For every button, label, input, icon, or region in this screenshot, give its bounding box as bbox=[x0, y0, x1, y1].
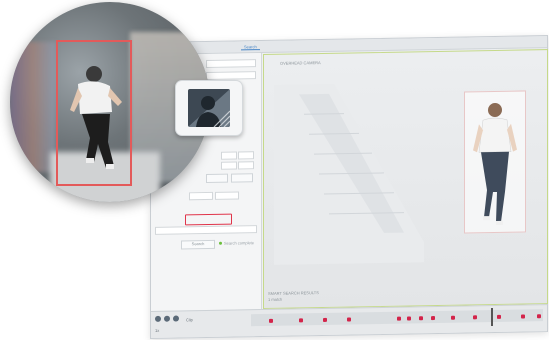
filter-field[interactable] bbox=[155, 225, 257, 235]
search-type-icon-tile[interactable] bbox=[175, 80, 243, 136]
option-button-2[interactable] bbox=[231, 173, 253, 183]
width-field[interactable] bbox=[221, 151, 237, 160]
video-viewport[interactable]: OVERHEAD CAMERA SMART SEARCH RESULTS 1 m… bbox=[263, 49, 548, 310]
event-marker[interactable] bbox=[521, 314, 525, 319]
height-field[interactable] bbox=[238, 151, 254, 160]
tab-search[interactable]: Search bbox=[241, 43, 260, 50]
event-marker[interactable] bbox=[269, 318, 273, 323]
event-marker[interactable] bbox=[431, 316, 435, 321]
camera-label: OVERHEAD CAMERA bbox=[280, 60, 321, 66]
playhead[interactable] bbox=[491, 308, 493, 327]
event-marker[interactable] bbox=[397, 316, 401, 321]
person-silhouette-icon bbox=[188, 89, 230, 127]
event-marker[interactable] bbox=[451, 315, 455, 320]
results-count: 1 match bbox=[268, 296, 283, 302]
speed-label: 1x bbox=[155, 327, 160, 333]
event-marker[interactable] bbox=[497, 314, 501, 319]
event-marker[interactable] bbox=[299, 318, 303, 323]
stairway-scene bbox=[274, 83, 424, 265]
time-range-field[interactable] bbox=[206, 71, 256, 81]
camera-selector[interactable] bbox=[206, 59, 256, 69]
status-dot bbox=[219, 241, 222, 245]
min-size-field[interactable] bbox=[221, 161, 237, 170]
event-marker[interactable] bbox=[473, 315, 477, 320]
event-marker[interactable] bbox=[323, 317, 327, 322]
person-figure bbox=[473, 102, 517, 225]
results-label: SMART SEARCH RESULTS bbox=[268, 290, 319, 296]
pause-button-icon[interactable] bbox=[164, 315, 170, 322]
person-selection-box[interactable] bbox=[56, 40, 132, 186]
highlighted-option[interactable] bbox=[185, 213, 232, 226]
timeline: Clip 1x bbox=[151, 304, 547, 338]
status-label: Search complete bbox=[224, 240, 255, 246]
event-marker[interactable] bbox=[407, 316, 411, 321]
event-marker[interactable] bbox=[419, 316, 423, 321]
clip-label: Clip bbox=[186, 317, 193, 323]
event-marker[interactable] bbox=[537, 314, 541, 319]
range-to-field[interactable] bbox=[215, 191, 239, 200]
stop-button-icon[interactable] bbox=[173, 315, 179, 322]
search-button[interactable]: Search bbox=[181, 239, 215, 250]
max-size-field[interactable] bbox=[238, 161, 254, 170]
play-button-icon[interactable] bbox=[155, 315, 161, 322]
detected-person-box[interactable] bbox=[464, 90, 526, 234]
event-marker[interactable] bbox=[347, 317, 351, 322]
status-indicator: Search complete bbox=[219, 240, 254, 246]
